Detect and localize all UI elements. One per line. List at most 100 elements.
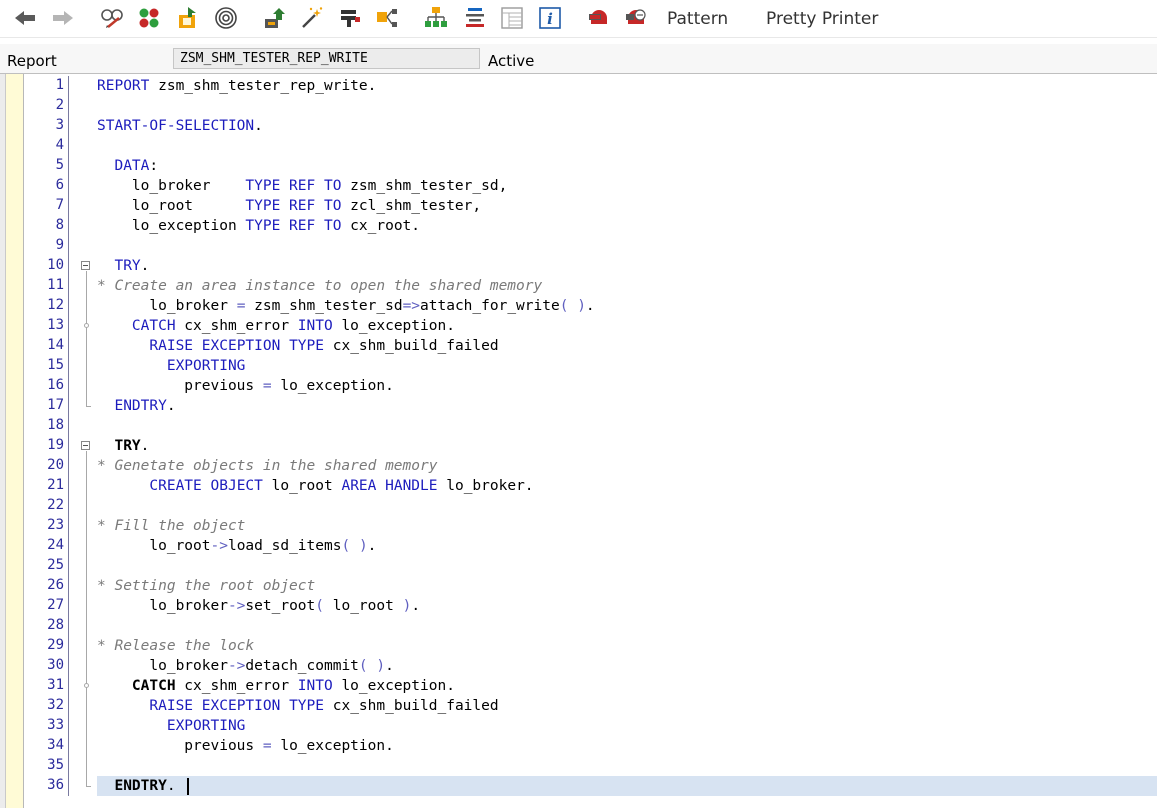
- line-number: 19: [47, 437, 64, 453]
- code-line[interactable]: previous = lo_exception.: [97, 376, 394, 396]
- line-number: 13: [47, 317, 64, 333]
- code-token: TYPE REF TO: [245, 198, 342, 214]
- code-line[interactable]: DATA:: [97, 156, 158, 176]
- code-line[interactable]: lo_root TYPE REF TO zcl_shm_tester,: [97, 196, 481, 216]
- fold-marker-icon: [84, 683, 89, 688]
- code-line[interactable]: * Create an area instance to open the sh…: [97, 276, 542, 296]
- code-token: ->: [227, 658, 246, 674]
- forward-icon[interactable]: [51, 6, 75, 30]
- code-token: EXPORTING: [166, 358, 246, 374]
- code-line[interactable]: * Release the lock: [97, 636, 254, 656]
- code-token: (: [358, 658, 368, 674]
- fold-guide-line: [86, 271, 87, 406]
- code-line[interactable]: TRY.: [97, 256, 149, 276]
- info-icon[interactable]: i: [538, 6, 562, 30]
- code-line[interactable]: EXPORTING: [97, 716, 246, 736]
- code-line[interactable]: * Setting the root object: [97, 576, 315, 596]
- collapse-block-icon[interactable]: [81, 261, 90, 270]
- code-token: ENDTRY: [114, 398, 167, 414]
- code-token: ): [402, 598, 412, 614]
- fold-guide-end: [86, 786, 91, 787]
- code-line[interactable]: CATCH cx_shm_error INTO lo_exception.: [97, 316, 455, 336]
- navigation-window-icon[interactable]: [375, 6, 399, 30]
- code-line[interactable]: TRY.: [97, 436, 149, 456]
- code-line[interactable]: START-OF-SELECTION.: [97, 116, 263, 136]
- code-token: =>: [402, 298, 421, 314]
- code-token: =: [262, 738, 272, 754]
- line-number: 1: [55, 77, 64, 93]
- abap-editor[interactable]: REPORT zsm_shm_tester_rep_write. START-OF…: [0, 73, 1157, 808]
- where-used-icon[interactable]: [214, 6, 238, 30]
- code-line[interactable]: lo_broker->set_root( lo_root ).: [97, 596, 420, 616]
- split-screen-icon[interactable]: [500, 6, 524, 30]
- code-line[interactable]: REPORT zsm_shm_tester_rep_write.: [97, 76, 376, 96]
- structure-list-icon[interactable]: [463, 6, 487, 30]
- code-line[interactable]: lo_exception TYPE REF TO cx_root.: [97, 216, 420, 236]
- test-program-icon[interactable]: [263, 6, 287, 30]
- code-line[interactable]: lo_broker = zsm_shm_tester_sd=>attach_fo…: [97, 296, 594, 316]
- bookmark-gutter[interactable]: [6, 74, 23, 808]
- pretty-printer-button[interactable]: Pretty Printer: [766, 9, 878, 29]
- code-token: set_root: [245, 598, 316, 614]
- code-token: cx_shm_error: [175, 318, 298, 334]
- code-line[interactable]: lo_root->load_sd_items( ).: [97, 536, 376, 556]
- code-comment: * Genetate objects in the shared memory: [97, 458, 438, 474]
- code-line[interactable]: ENDTRY.: [97, 776, 175, 796]
- report-label: Report: [7, 52, 57, 70]
- activate-icon[interactable]: [176, 6, 200, 30]
- code-line[interactable]: RAISE EXCEPTION TYPE cx_shm_build_failed: [97, 696, 499, 716]
- line-number: 16: [47, 377, 64, 393]
- set-breakpoint-icon[interactable]: [338, 6, 362, 30]
- code-token: cx_shm_build_failed: [324, 698, 499, 714]
- line-number: 11: [47, 277, 64, 293]
- program-name-field[interactable]: ZSM_SHM_TESTER_REP_WRITE: [173, 48, 480, 69]
- code-token: AREA HANDLE: [341, 478, 438, 494]
- code-line[interactable]: lo_broker TYPE REF TO zsm_shm_tester_sd,: [97, 176, 507, 196]
- wand-icon[interactable]: [300, 6, 324, 30]
- code-token: previous: [97, 738, 263, 754]
- application-toolbar: i Pattern Pretty Printer: [0, 0, 1157, 38]
- code-line[interactable]: previous = lo_exception.: [97, 736, 394, 756]
- code-line[interactable]: * Genetate objects in the shared memory: [97, 456, 437, 476]
- code-token: CREATE OBJECT: [149, 478, 263, 494]
- code-token: .: [140, 258, 150, 274]
- line-number: 6: [55, 177, 64, 193]
- code-line[interactable]: lo_broker->detach_commit( ).: [97, 656, 393, 676]
- pattern-button[interactable]: Pattern: [667, 9, 728, 29]
- fold-marker-icon: [84, 323, 89, 328]
- code-line[interactable]: RAISE EXCEPTION TYPE cx_shm_build_failed: [97, 336, 498, 356]
- fold-guide-end: [86, 406, 91, 407]
- display-change-icon[interactable]: [100, 6, 124, 30]
- code-line[interactable]: CATCH cx_shm_error INTO lo_exception.: [97, 676, 455, 696]
- line-number: 7: [55, 197, 64, 213]
- line-number: 32: [47, 697, 64, 713]
- set-external-breakpoint-icon[interactable]: [624, 6, 648, 30]
- check-syntax-icon[interactable]: [137, 6, 161, 30]
- collapse-block-icon[interactable]: [81, 441, 90, 450]
- line-number: 14: [47, 337, 64, 353]
- code-line[interactable]: ENDTRY.: [97, 396, 175, 416]
- code-token: zcl_shm_tester,: [341, 198, 482, 214]
- code-line[interactable]: * Fill the object: [97, 516, 245, 536]
- text-cursor: [187, 778, 189, 795]
- object-hierarchy-icon[interactable]: [424, 6, 448, 30]
- code-token: lo_broker: [97, 658, 228, 674]
- line-number: 27: [47, 597, 64, 613]
- code-comment: * Fill the object: [97, 518, 246, 534]
- code-line[interactable]: EXPORTING: [97, 356, 246, 376]
- line-number: 29: [47, 637, 64, 653]
- code-token: lo_root: [262, 478, 342, 494]
- code-line[interactable]: CREATE OBJECT lo_root AREA HANDLE lo_bro…: [97, 476, 533, 496]
- code-token: attach_for_write: [420, 298, 560, 314]
- code-token: ): [577, 298, 586, 314]
- back-icon[interactable]: [13, 6, 37, 30]
- code-token: (: [341, 538, 351, 554]
- set-session-breakpoint-icon[interactable]: [587, 6, 611, 30]
- line-number: 9: [55, 237, 64, 253]
